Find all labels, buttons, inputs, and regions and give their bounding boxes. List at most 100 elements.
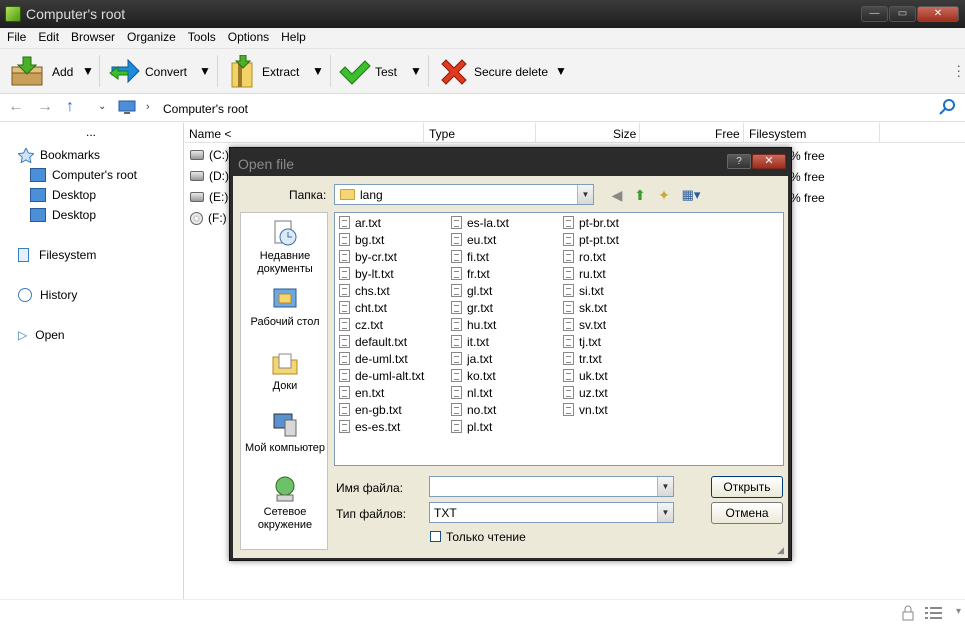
file-item[interactable]: it.txt [451, 333, 509, 350]
up-arrow-icon[interactable]: ↑ [66, 98, 74, 116]
file-item[interactable]: sv.txt [563, 316, 619, 333]
file-item[interactable]: uk.txt [563, 367, 619, 384]
table-row[interactable]: (C:) [190, 148, 229, 162]
place-documents[interactable]: Доки [241, 349, 329, 393]
menu-help[interactable]: Help [274, 28, 311, 48]
table-row[interactable]: (F:) [190, 211, 227, 225]
file-item[interactable]: ar.txt [339, 214, 424, 231]
file-item[interactable]: fi.txt [451, 248, 509, 265]
file-item[interactable]: es-es.txt [339, 418, 424, 435]
file-item[interactable]: de-uml.txt [339, 350, 424, 367]
details-view-icon[interactable] [925, 605, 943, 624]
table-row[interactable]: (E:) [190, 190, 228, 204]
add-button[interactable]: Add [10, 54, 73, 90]
help-button[interactable]: ? [727, 154, 751, 169]
chevron-down-icon[interactable]: ▼ [577, 185, 593, 204]
table-row[interactable]: (D:) [190, 169, 229, 183]
file-item[interactable]: bg.txt [339, 231, 424, 248]
file-item[interactable]: default.txt [339, 333, 424, 350]
back-icon[interactable]: ◀ [608, 186, 626, 204]
file-item[interactable]: pt-pt.txt [563, 231, 619, 248]
file-item[interactable]: de-uml-alt.txt [339, 367, 424, 384]
file-item[interactable]: cz.txt [339, 316, 424, 333]
resize-grip-icon[interactable]: ◢ [777, 545, 784, 556]
file-item[interactable]: by-cr.txt [339, 248, 424, 265]
file-item[interactable]: by-lt.txt [339, 265, 424, 282]
add-dropdown-icon[interactable]: ▼ [82, 64, 94, 78]
menu-options[interactable]: Options [221, 28, 274, 48]
maximize-button[interactable]: ▭ [889, 6, 916, 22]
sidebar-item-bookmarks[interactable]: Bookmarks [17, 146, 100, 164]
file-item[interactable]: vn.txt [563, 401, 619, 418]
back-arrow-icon[interactable]: ← [8, 98, 24, 116]
test-button[interactable]: Test [337, 54, 397, 90]
file-item[interactable]: pl.txt [451, 418, 509, 435]
file-item[interactable]: cht.txt [339, 299, 424, 316]
chevron-down-icon[interactable]: ▼ [657, 503, 673, 522]
open-button[interactable]: Открыть [711, 476, 783, 498]
file-item[interactable]: pt-br.txt [563, 214, 619, 231]
file-item[interactable]: tr.txt [563, 350, 619, 367]
file-item[interactable]: ru.txt [563, 265, 619, 282]
file-item[interactable]: hu.txt [451, 316, 509, 333]
file-item[interactable]: eu.txt [451, 231, 509, 248]
column-name[interactable]: Name < [189, 127, 231, 141]
search-icon[interactable] [939, 98, 957, 119]
sidebar-item-computers-root[interactable]: Computer's root [30, 168, 137, 182]
place-network[interactable]: Сетевое окружение [241, 475, 329, 532]
file-item[interactable]: tj.txt [563, 333, 619, 350]
sidebar-item-filesystem[interactable]: Filesystem [18, 248, 96, 262]
view-menu-icon[interactable]: ▦▾ [678, 186, 704, 204]
menu-organize[interactable]: Organize [120, 28, 181, 48]
chevron-down-icon[interactable]: ▼ [657, 477, 673, 496]
file-item[interactable]: chs.txt [339, 282, 424, 299]
file-item[interactable]: ko.txt [451, 367, 509, 384]
sidebar-item-history[interactable]: History [18, 288, 77, 302]
extract-dropdown-icon[interactable]: ▼ [312, 64, 324, 78]
file-item[interactable]: si.txt [563, 282, 619, 299]
readonly-checkbox[interactable] [430, 531, 441, 542]
place-my-computer[interactable]: Мой компьютер [241, 411, 329, 455]
lock-icon[interactable] [901, 605, 915, 624]
filetype-dropdown[interactable]: TXT ▼ [429, 502, 674, 523]
file-item[interactable]: gr.txt [451, 299, 509, 316]
breadcrumb[interactable]: Computer's root [163, 102, 248, 116]
file-item[interactable]: no.txt [451, 401, 509, 418]
secure-delete-button[interactable]: Secure delete [437, 54, 548, 90]
file-item[interactable]: gl.txt [451, 282, 509, 299]
file-item[interactable]: es-la.txt [451, 214, 509, 231]
look-in-dropdown[interactable]: lang ▼ [334, 184, 594, 205]
extract-button[interactable]: Extract [226, 54, 299, 90]
file-item[interactable]: fr.txt [451, 265, 509, 282]
minimize-button[interactable]: — [861, 6, 888, 22]
file-item[interactable]: sk.txt [563, 299, 619, 316]
menu-edit[interactable]: Edit [31, 28, 64, 48]
view-dropdown-icon[interactable]: ▾ [956, 606, 961, 617]
filename-field[interactable]: ▼ [429, 476, 674, 497]
file-item[interactable]: nl.txt [451, 384, 509, 401]
convert-dropdown-icon[interactable]: ▼ [199, 64, 211, 78]
file-item[interactable]: uz.txt [563, 384, 619, 401]
menu-tools[interactable]: Tools [181, 28, 221, 48]
file-item[interactable]: en.txt [339, 384, 424, 401]
file-item[interactable]: ja.txt [451, 350, 509, 367]
file-item[interactable]: en-gb.txt [339, 401, 424, 418]
close-button[interactable]: ✕ [917, 6, 959, 22]
new-folder-icon[interactable]: ✦ [655, 186, 673, 204]
dialog-close-button[interactable]: ✕ [752, 154, 786, 169]
menu-file[interactable]: File [0, 28, 31, 48]
convert-button[interactable]: Convert [108, 54, 187, 90]
column-size[interactable]: Size [613, 127, 636, 141]
cancel-button[interactable]: Отмена [711, 502, 783, 524]
place-desktop[interactable]: Рабочий стол [241, 285, 329, 329]
menu-browser[interactable]: Browser [64, 28, 120, 48]
file-item[interactable]: ro.txt [563, 248, 619, 265]
column-free[interactable]: Free [715, 127, 740, 141]
test-dropdown-icon[interactable]: ▼ [410, 64, 422, 78]
secure-delete-dropdown-icon[interactable]: ▼ [555, 64, 567, 78]
up-folder-icon[interactable]: ⬆ [631, 186, 649, 204]
history-dropdown-icon[interactable]: ⌄ [98, 101, 106, 112]
sidebar-item-desktop[interactable]: Desktop [30, 208, 96, 222]
place-recent-documents[interactable]: Недавние документы [241, 219, 329, 276]
sidebar-item-desktop[interactable]: Desktop [30, 188, 96, 202]
